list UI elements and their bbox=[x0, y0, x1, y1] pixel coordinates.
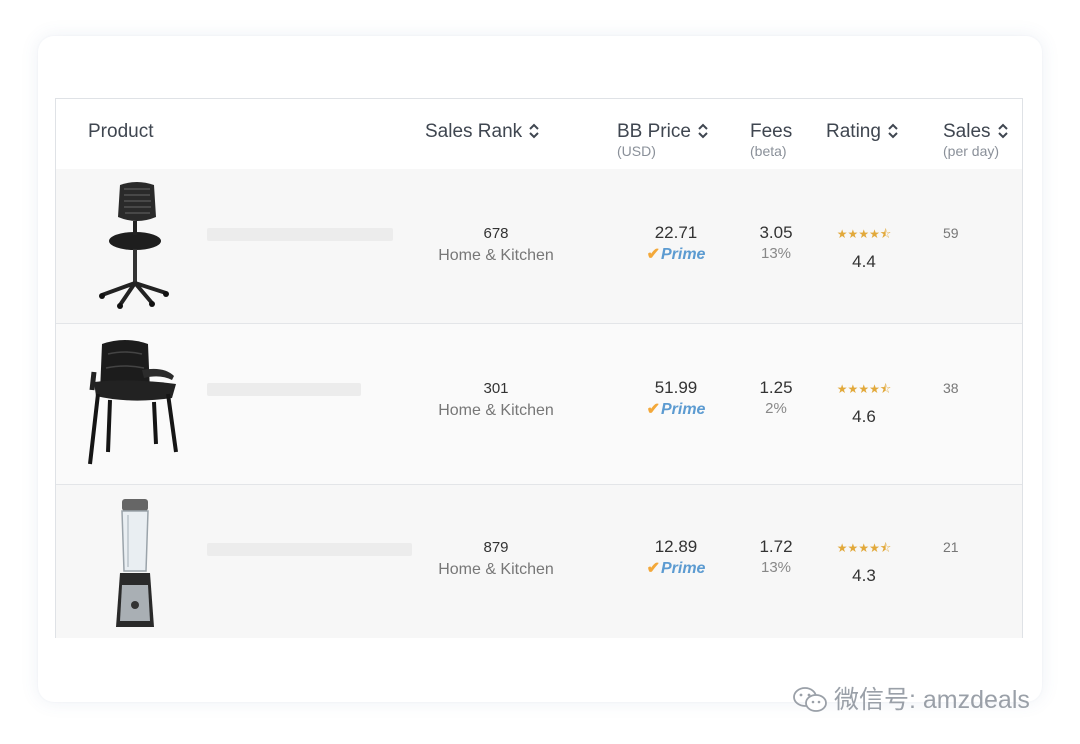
header-sales-rank[interactable]: Sales Rank bbox=[425, 121, 540, 143]
header-bb-price[interactable]: BB Price (USD) bbox=[617, 121, 709, 159]
fees-cell: 3.05 13% bbox=[759, 223, 793, 262]
sales-rank-cell: 301 Home & Kitchen bbox=[438, 380, 554, 419]
table-row[interactable]: 879 Home & Kitchen 12.89 ✔Prime 1.72 13%… bbox=[56, 485, 1022, 638]
rating-cell: ★★★★⯪ 4.3 bbox=[826, 539, 902, 586]
wechat-icon bbox=[793, 687, 827, 712]
fees-cell: 1.72 13% bbox=[759, 537, 793, 576]
star-rating-icon: ★★★★⯪ bbox=[836, 382, 892, 396]
table-row[interactable]: 678 Home & Kitchen 22.71 ✔Prime 3.05 13%… bbox=[56, 169, 1022, 324]
sales-per-day-cell: 21 bbox=[943, 539, 959, 555]
product-title-placeholder bbox=[207, 228, 393, 241]
sales-rank-cell: 879 Home & Kitchen bbox=[438, 539, 554, 578]
star-rating-icon: ★★★★⯪ bbox=[836, 227, 892, 241]
product-title-placeholder bbox=[207, 543, 412, 556]
check-icon: ✔ bbox=[646, 246, 660, 263]
fees-cell: 1.25 2% bbox=[759, 378, 793, 417]
check-icon: ✔ bbox=[646, 401, 660, 418]
watermark: 微信号: amzdeals bbox=[792, 680, 1030, 716]
table-header: Product Sales Rank BB Price (USD) Fees (… bbox=[56, 99, 1022, 170]
header-sales[interactable]: Sales (per day) bbox=[943, 121, 1009, 159]
sort-icon[interactable] bbox=[528, 123, 540, 139]
sort-icon[interactable] bbox=[887, 123, 899, 139]
sort-icon[interactable] bbox=[997, 123, 1009, 139]
header-fees: Fees (beta) bbox=[750, 121, 793, 159]
prime-badge: ✔Prime bbox=[646, 246, 706, 263]
table-row[interactable]: 301 Home & Kitchen 51.99 ✔Prime 1.25 2% … bbox=[56, 324, 1022, 485]
header-product: Product bbox=[88, 121, 154, 142]
sort-icon[interactable] bbox=[697, 123, 709, 139]
bb-price-cell: 12.89 ✔Prime bbox=[631, 537, 721, 578]
leather-guest-chair-icon bbox=[88, 340, 178, 465]
personal-blender-icon bbox=[116, 499, 154, 627]
check-icon: ✔ bbox=[646, 560, 660, 577]
bb-price-cell: 22.71 ✔Prime bbox=[631, 223, 721, 264]
product-title-placeholder bbox=[207, 383, 361, 396]
sales-rank-cell: 678 Home & Kitchen bbox=[438, 225, 554, 264]
prime-badge: ✔Prime bbox=[646, 401, 706, 418]
header-rating[interactable]: Rating bbox=[826, 121, 899, 143]
office-chair-mesh-icon bbox=[99, 182, 169, 309]
sales-per-day-cell: 38 bbox=[943, 380, 959, 396]
sales-per-day-cell: 59 bbox=[943, 225, 959, 241]
rating-cell: ★★★★⯪ 4.4 bbox=[826, 225, 902, 272]
prime-badge: ✔Prime bbox=[646, 560, 706, 577]
product-table: Product Sales Rank BB Price (USD) Fees (… bbox=[55, 98, 1023, 638]
star-rating-icon: ★★★★⯪ bbox=[836, 541, 892, 555]
bb-price-cell: 51.99 ✔Prime bbox=[631, 378, 721, 419]
rating-cell: ★★★★⯪ 4.6 bbox=[826, 380, 902, 427]
